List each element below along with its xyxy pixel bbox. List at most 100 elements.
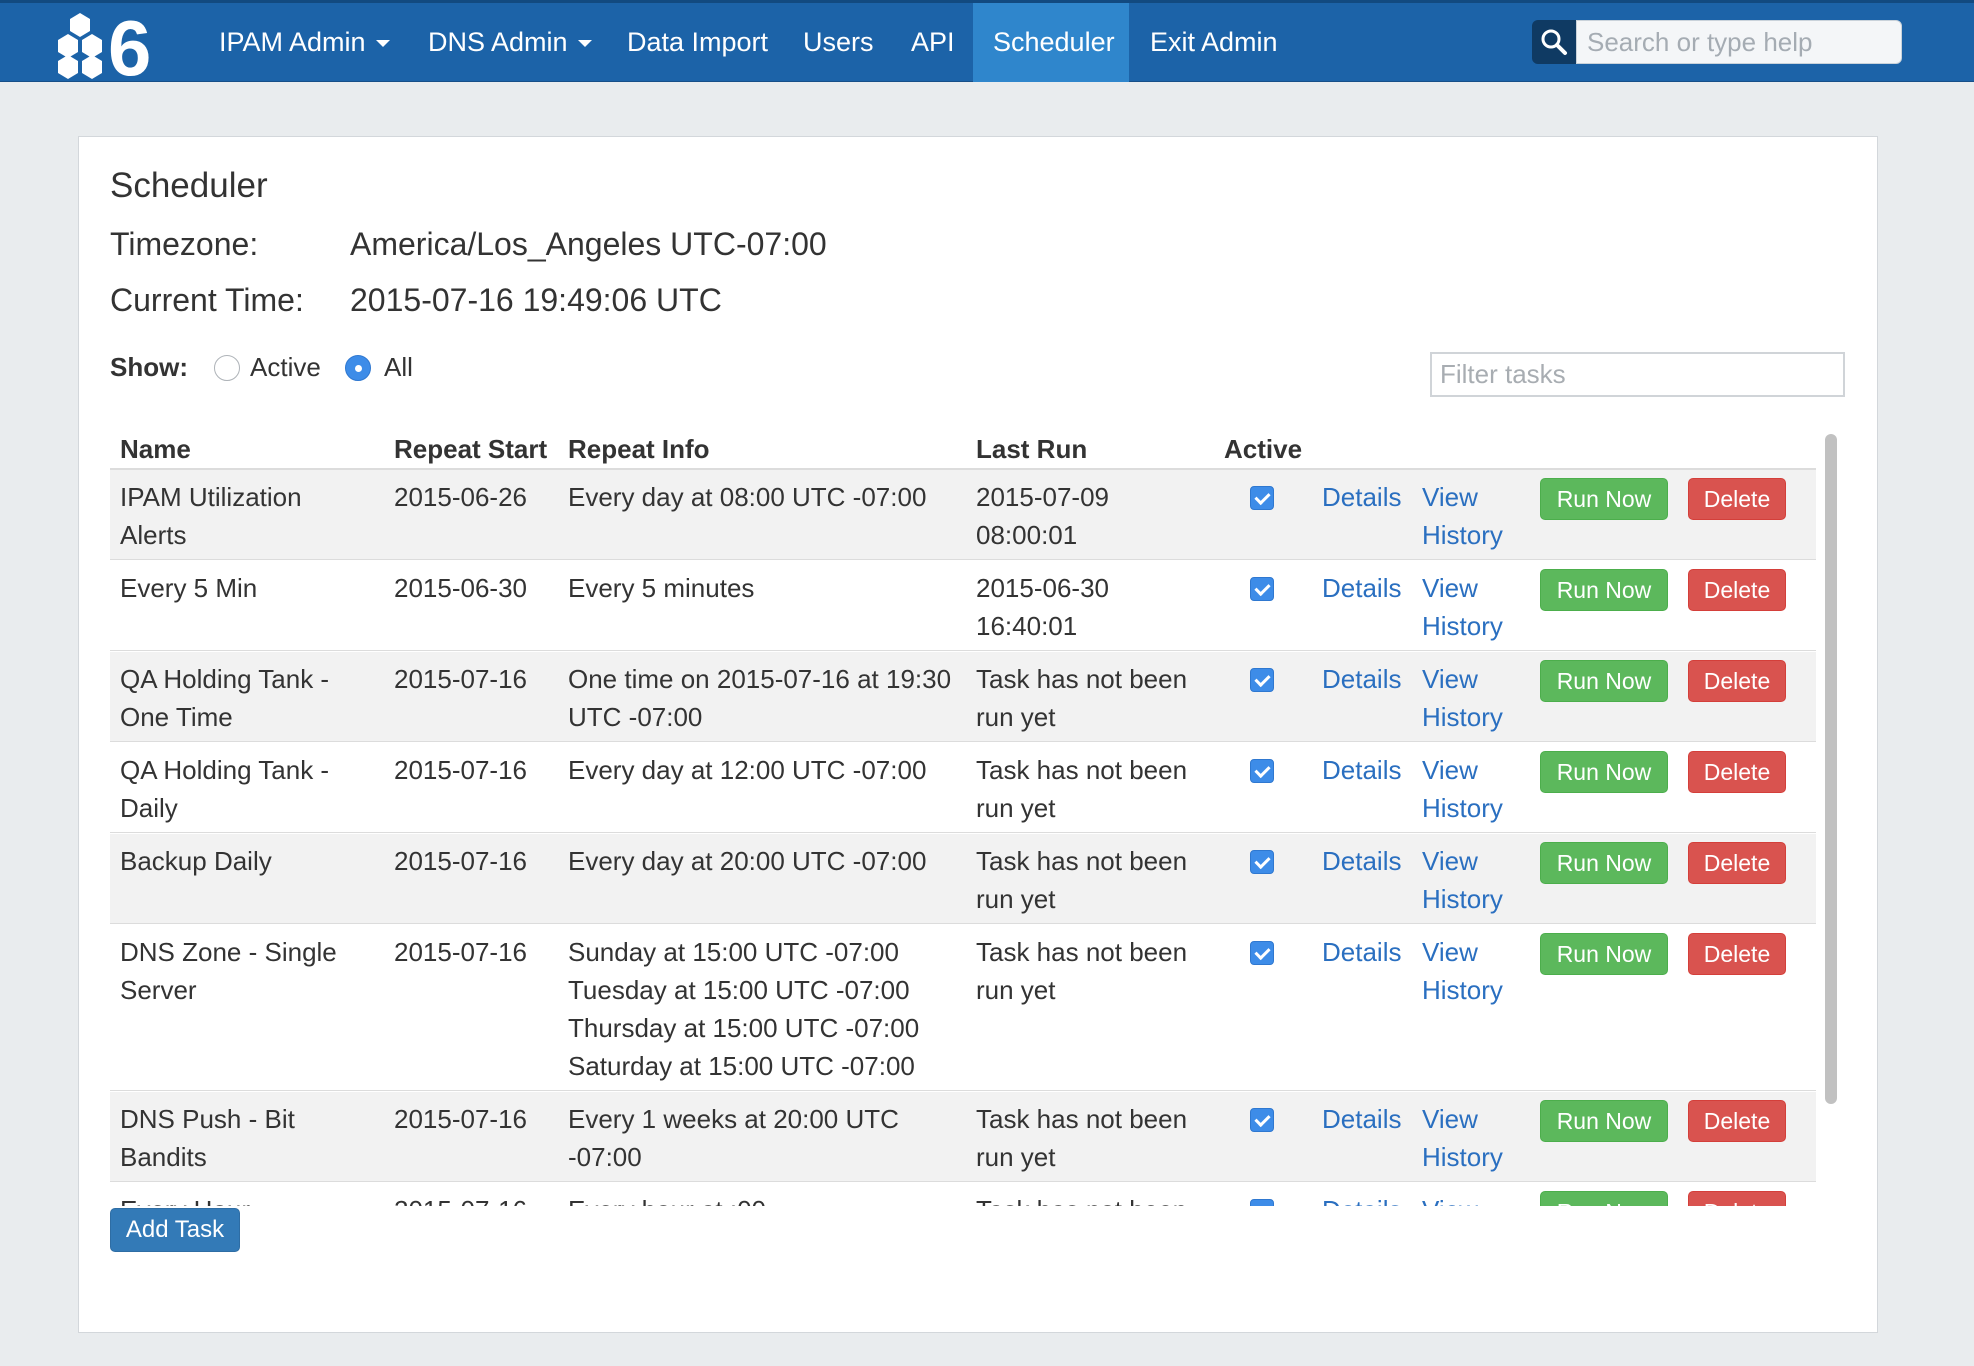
run-now-button[interactable]: Run Now xyxy=(1540,751,1668,793)
nav-api[interactable]: API xyxy=(891,3,975,82)
header-last-run[interactable]: Last Run xyxy=(976,434,1087,465)
view-history-link[interactable]: ViewHistory xyxy=(1422,751,1503,827)
delete-button[interactable]: Delete xyxy=(1688,1100,1786,1142)
nav-users[interactable]: Users xyxy=(783,3,894,82)
view-history-link-line[interactable]: History xyxy=(1422,516,1503,554)
show-all-label[interactable]: All xyxy=(384,352,413,383)
active-checkbox[interactable] xyxy=(1250,941,1274,965)
run-now-button[interactable]: Run Now xyxy=(1540,1100,1668,1142)
active-checkbox[interactable] xyxy=(1250,850,1274,874)
view-history-link[interactable]: ViewHistory xyxy=(1422,569,1503,645)
app-logo-icon[interactable]: 6 xyxy=(50,9,182,79)
view-history-link-line[interactable]: History xyxy=(1422,607,1503,645)
last-run: Task has not been run yet xyxy=(976,842,1187,918)
svg-text:6: 6 xyxy=(108,9,151,79)
task-name: Backup Daily xyxy=(120,842,272,880)
nav-scheduler[interactable]: Scheduler xyxy=(973,3,1129,82)
view-history-link-line[interactable]: History xyxy=(1422,880,1503,918)
delete-button[interactable]: Delete xyxy=(1688,569,1786,611)
run-now-button[interactable]: Run Now xyxy=(1540,660,1668,702)
details-link[interactable]: Details xyxy=(1322,1100,1401,1138)
delete-button[interactable]: Delete xyxy=(1688,751,1786,793)
run-now-button[interactable]: Run Now xyxy=(1540,842,1668,884)
view-history-link[interactable]: ViewHistory xyxy=(1422,842,1503,918)
delete-button[interactable]: Delete xyxy=(1688,660,1786,702)
view-history-link[interactable]: ViewHistory xyxy=(1422,1191,1503,1206)
view-history-link-line[interactable]: View xyxy=(1422,842,1503,880)
run-now-button[interactable]: Run Now xyxy=(1540,933,1668,975)
timezone-value: America/Los_Angeles UTC-07:00 xyxy=(350,226,827,262)
table-row: DNS Push - Bit Bandits 2015-07-16 Every 1 w… xyxy=(110,1092,1816,1182)
active-checkbox[interactable] xyxy=(1250,577,1274,601)
add-task-button[interactable]: Add Task xyxy=(110,1208,240,1252)
header-repeat-start[interactable]: Repeat Start xyxy=(394,434,547,465)
active-checkbox[interactable] xyxy=(1250,1108,1274,1132)
search-button[interactable] xyxy=(1532,20,1576,64)
details-link[interactable]: Details xyxy=(1322,842,1401,880)
task-name-line: Server xyxy=(120,975,197,1005)
nav-data-import[interactable]: Data Import xyxy=(607,3,788,82)
view-history-link-line[interactable]: View xyxy=(1422,1100,1503,1138)
view-history-link-line[interactable]: History xyxy=(1422,789,1503,827)
details-link[interactable]: Details xyxy=(1322,478,1401,516)
top-navbar: 6 IPAM Admin DNS Admin Data Import Users… xyxy=(0,0,1974,82)
last-run: 2015-07-09 08:00:01 xyxy=(976,478,1109,554)
repeat-info-line: Every day at 08:00 UTC -07:00 xyxy=(568,482,927,512)
details-link[interactable]: Details xyxy=(1322,1191,1401,1206)
nav-ipam-admin[interactable]: IPAM Admin xyxy=(199,3,410,82)
delete-button[interactable]: Delete xyxy=(1688,842,1786,884)
show-active-radio[interactable] xyxy=(214,355,240,381)
header-name[interactable]: Name xyxy=(120,434,191,465)
table-scrollbar[interactable] xyxy=(1818,430,1838,1206)
active-checkbox[interactable] xyxy=(1250,668,1274,692)
run-now-button[interactable]: Run Now xyxy=(1540,1191,1668,1206)
scrollbar-thumb[interactable] xyxy=(1825,434,1837,1104)
details-link[interactable]: Details xyxy=(1322,660,1401,698)
caret-down-icon xyxy=(375,40,390,48)
view-history-link[interactable]: ViewHistory xyxy=(1422,478,1503,554)
last-run-line: run yet xyxy=(976,884,1056,914)
table-row: IPAM Utilization Alerts 2015-06-26 Every da… xyxy=(110,470,1816,560)
view-history-link-line[interactable]: View xyxy=(1422,933,1503,971)
filter-tasks-input[interactable] xyxy=(1430,352,1845,397)
run-now-button[interactable]: Run Now xyxy=(1540,569,1668,611)
details-link[interactable]: Details xyxy=(1322,751,1401,789)
repeat-info-line: Sunday at 15:00 UTC -07:00 xyxy=(568,937,899,967)
show-all-radio[interactable] xyxy=(345,355,371,381)
view-history-link-line[interactable]: History xyxy=(1422,1138,1503,1176)
view-history-link-line[interactable]: View xyxy=(1422,751,1503,789)
search-box xyxy=(1532,20,1902,64)
delete-button[interactable]: Delete xyxy=(1688,478,1786,520)
view-history-link[interactable]: ViewHistory xyxy=(1422,660,1503,736)
nav-dns-admin[interactable]: DNS Admin xyxy=(408,3,612,82)
delete-button[interactable]: Delete xyxy=(1688,933,1786,975)
view-history-link[interactable]: ViewHistory xyxy=(1422,1100,1503,1176)
task-name: QA Holding Tank - One Time xyxy=(120,660,329,736)
task-name: Every Hour xyxy=(120,1191,250,1206)
active-checkbox[interactable] xyxy=(1250,759,1274,783)
search-input[interactable] xyxy=(1576,20,1902,64)
details-link[interactable]: Details xyxy=(1322,569,1401,607)
active-checkbox[interactable] xyxy=(1250,1199,1274,1206)
nav-exit-admin[interactable]: Exit Admin xyxy=(1130,3,1298,82)
view-history-link-line[interactable]: View xyxy=(1422,1191,1503,1206)
repeat-start: 2015-07-16 xyxy=(394,1191,527,1206)
table-header: Name Repeat Start Repeat Info Last Run A… xyxy=(110,426,1816,470)
header-active[interactable]: Active xyxy=(1224,434,1302,465)
view-history-link[interactable]: ViewHistory xyxy=(1422,933,1503,1009)
view-history-link-line[interactable]: View xyxy=(1422,478,1503,516)
run-now-button[interactable]: Run Now xyxy=(1540,478,1668,520)
repeat-info-line: Every day at 12:00 UTC -07:00 xyxy=(568,755,927,785)
active-checkbox[interactable] xyxy=(1250,486,1274,510)
view-history-link-line[interactable]: View xyxy=(1422,660,1503,698)
view-history-link-line[interactable]: History xyxy=(1422,971,1503,1009)
delete-button[interactable]: Delete xyxy=(1688,1191,1786,1206)
show-active-label[interactable]: Active xyxy=(250,352,321,383)
last-run-line: Task has not been xyxy=(976,1104,1188,1134)
current-time-label: Current Time: xyxy=(110,282,304,318)
view-history-link-line[interactable]: View xyxy=(1422,569,1503,607)
details-link[interactable]: Details xyxy=(1322,933,1401,971)
last-run: Task has not been run yet xyxy=(976,660,1187,736)
header-repeat-info[interactable]: Repeat Info xyxy=(568,434,710,465)
view-history-link-line[interactable]: History xyxy=(1422,698,1503,736)
